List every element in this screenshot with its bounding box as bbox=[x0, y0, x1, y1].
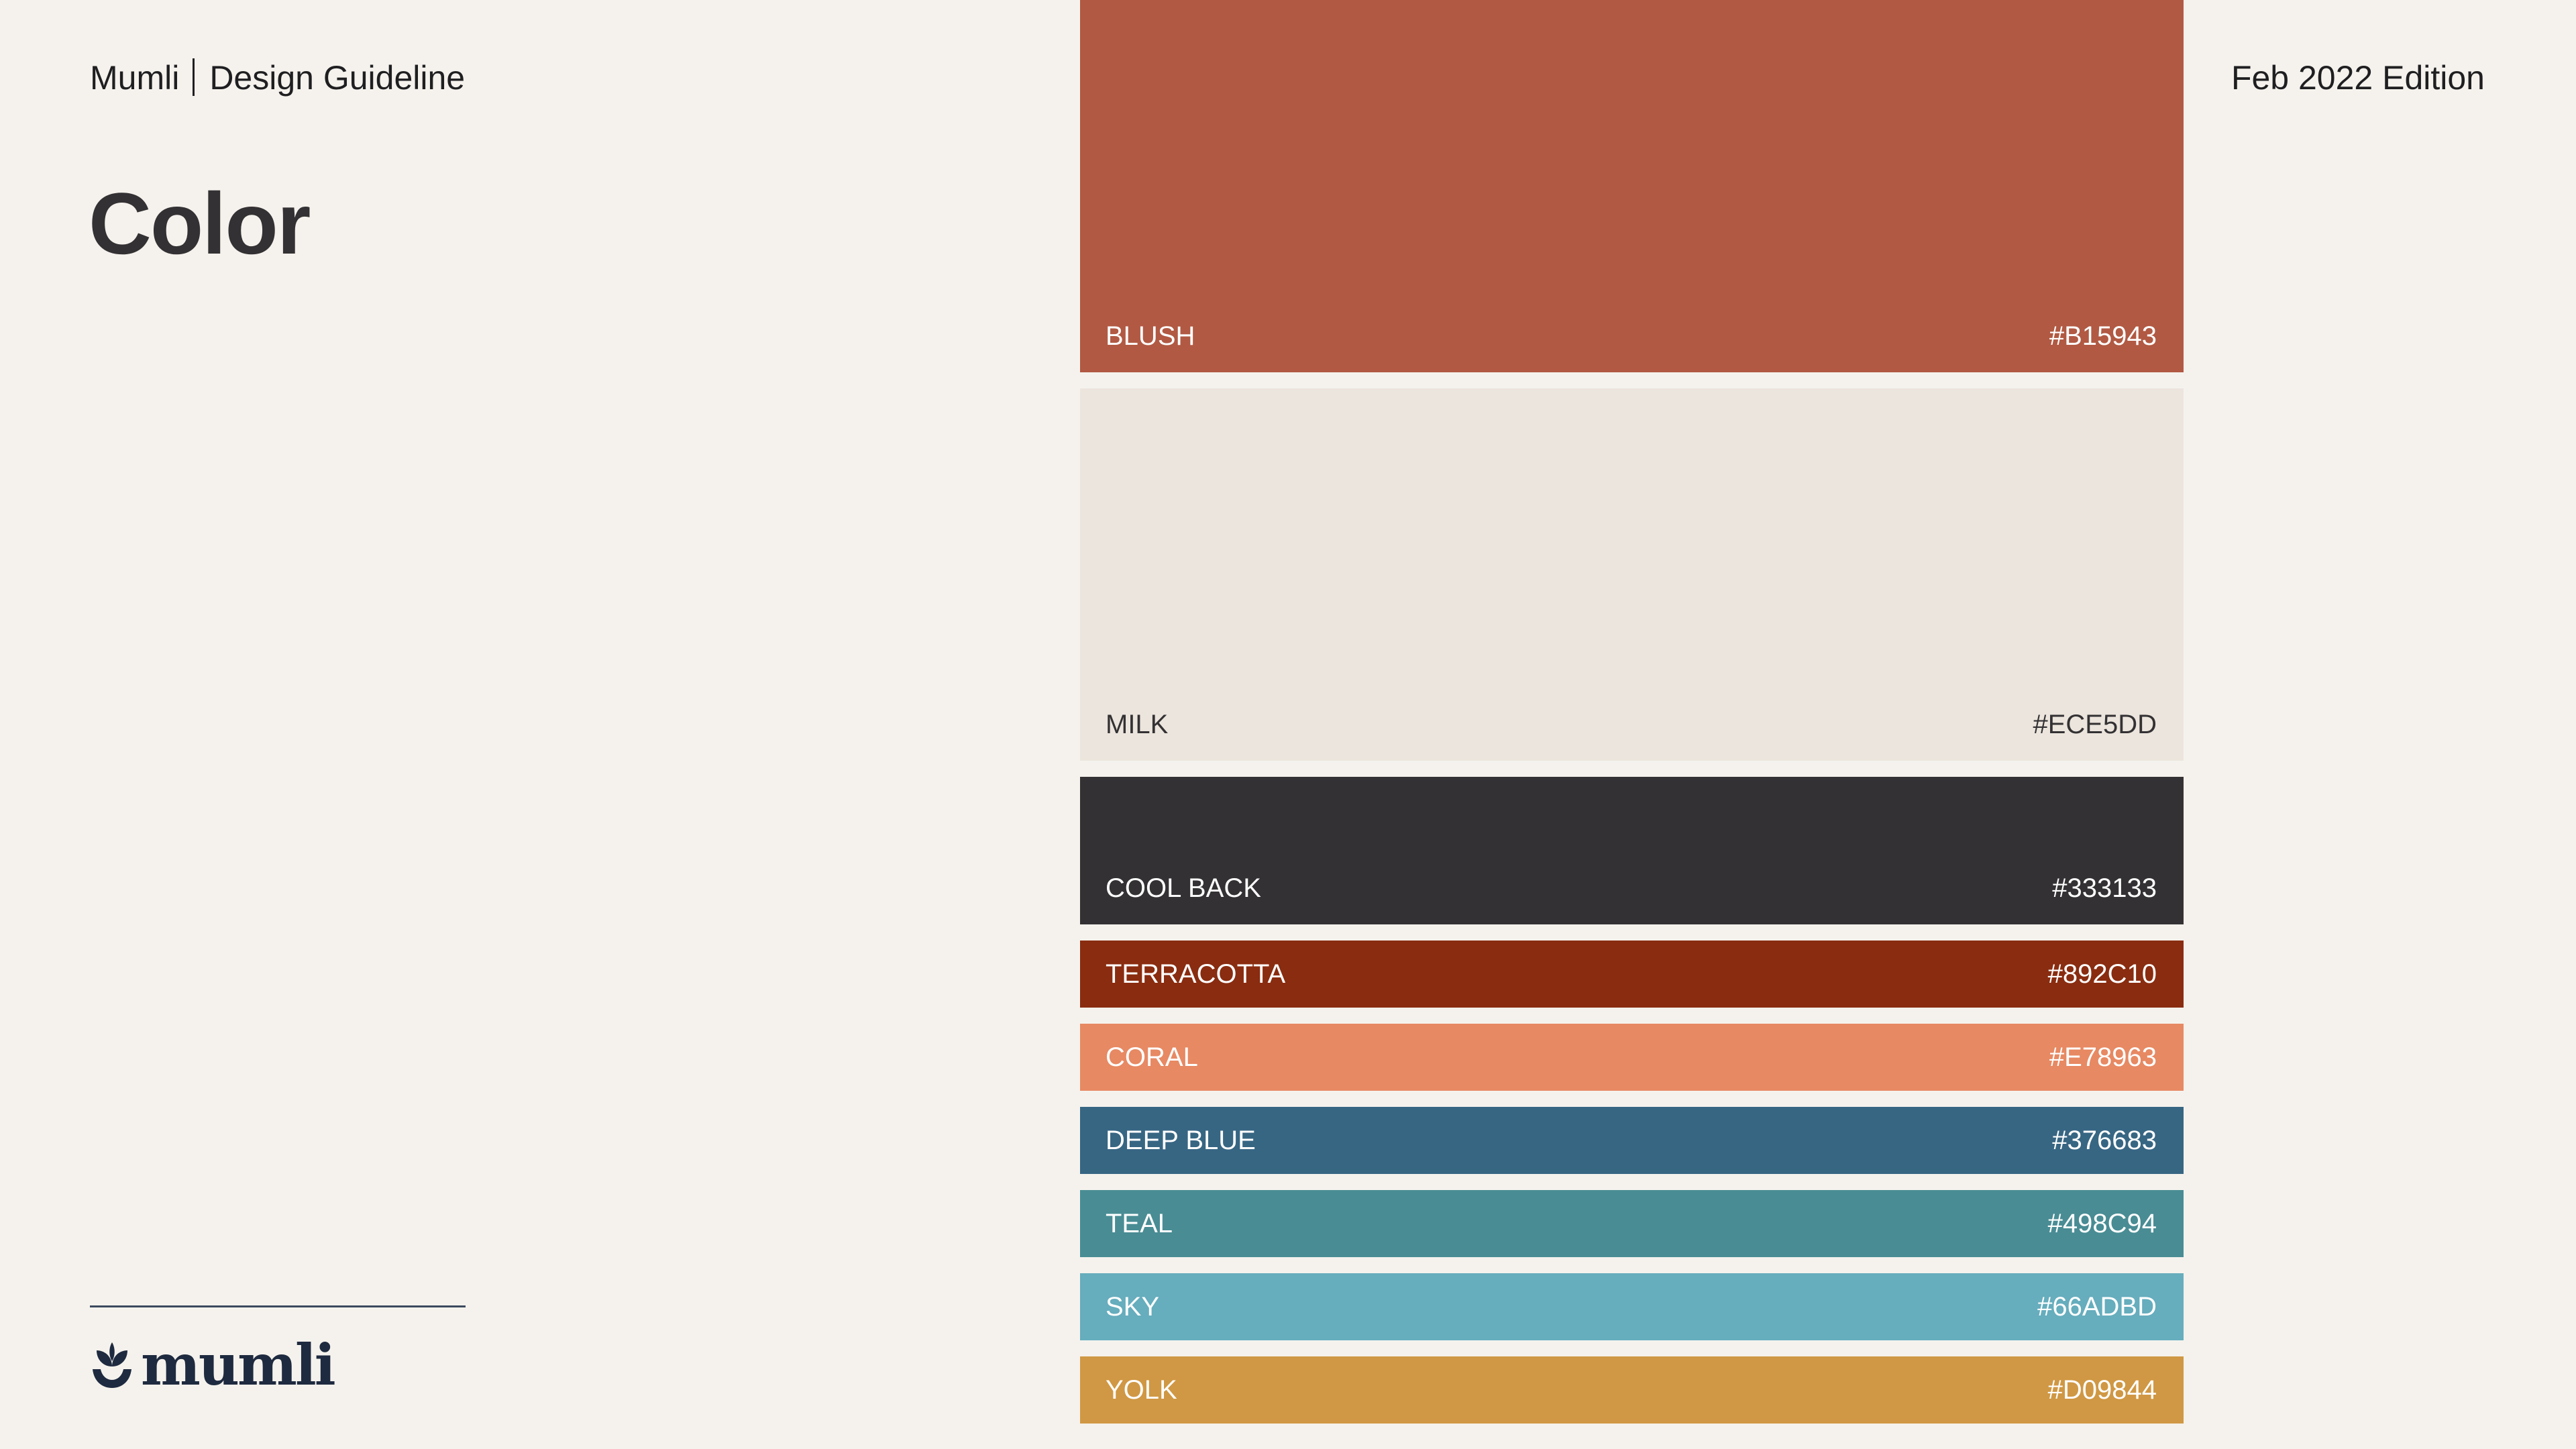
edition-label: Feb 2022 Edition bbox=[2231, 59, 2485, 97]
swatch-milk: MILK #ECE5DD bbox=[1080, 388, 2184, 761]
mumli-logo: mumli bbox=[90, 1332, 336, 1398]
swatch-name: COOL BACK bbox=[1106, 873, 1261, 903]
document-title: Design Guideline bbox=[209, 59, 466, 97]
swatch-blush: BLUSH #B15943 bbox=[1080, 0, 2184, 372]
swatch-hex: #892C10 bbox=[2047, 959, 2157, 989]
swatch-name: SKY bbox=[1106, 1292, 1160, 1322]
guideline-page: Mumli Design Guideline Feb 2022 Edition C… bbox=[0, 0, 2576, 1449]
swatch-name: CORAL bbox=[1106, 1042, 1198, 1072]
swatch-cool-back: COOL BACK #333133 bbox=[1080, 777, 2184, 924]
swatch-name: TERRACOTTA bbox=[1106, 959, 1286, 989]
footer-divider bbox=[90, 1305, 466, 1307]
swatch-hex: #498C94 bbox=[2047, 1209, 2157, 1238]
swatch-name: YOLK bbox=[1106, 1375, 1177, 1405]
swatch-hex: #376683 bbox=[2052, 1126, 2157, 1155]
swatch-hex: #ECE5DD bbox=[2033, 710, 2157, 739]
swatch-hex: #E78963 bbox=[2049, 1042, 2157, 1072]
swatch-name: TEAL bbox=[1106, 1209, 1173, 1238]
document-header: Mumli Design Guideline bbox=[90, 56, 465, 99]
header-divider bbox=[193, 58, 195, 96]
swatch-sky: SKY #66ADBD bbox=[1080, 1273, 2184, 1340]
brand-name: Mumli bbox=[90, 59, 180, 97]
sprout-logo-icon bbox=[90, 1341, 134, 1389]
swatch-hex: #B15943 bbox=[2049, 321, 2157, 351]
swatch-hex: #D09844 bbox=[2047, 1375, 2157, 1405]
page-title: Color bbox=[89, 174, 311, 272]
swatch-terracotta: TERRACOTTA #892C10 bbox=[1080, 941, 2184, 1008]
logo-wordmark: mumli bbox=[141, 1332, 336, 1398]
swatch-deep-blue: DEEP BLUE #376683 bbox=[1080, 1107, 2184, 1174]
swatch-teal: TEAL #498C94 bbox=[1080, 1190, 2184, 1257]
swatch-name: BLUSH bbox=[1106, 321, 1195, 351]
swatch-name: MILK bbox=[1106, 710, 1169, 739]
swatch-hex: #333133 bbox=[2052, 873, 2157, 903]
swatch-name: DEEP BLUE bbox=[1106, 1126, 1256, 1155]
swatch-hex: #66ADBD bbox=[2037, 1292, 2157, 1322]
color-palette: BLUSH #B15943 MILK #ECE5DD COOL BACK #33… bbox=[1080, 0, 2184, 1440]
swatch-coral: CORAL #E78963 bbox=[1080, 1024, 2184, 1091]
swatch-yolk: YOLK #D09844 bbox=[1080, 1356, 2184, 1424]
